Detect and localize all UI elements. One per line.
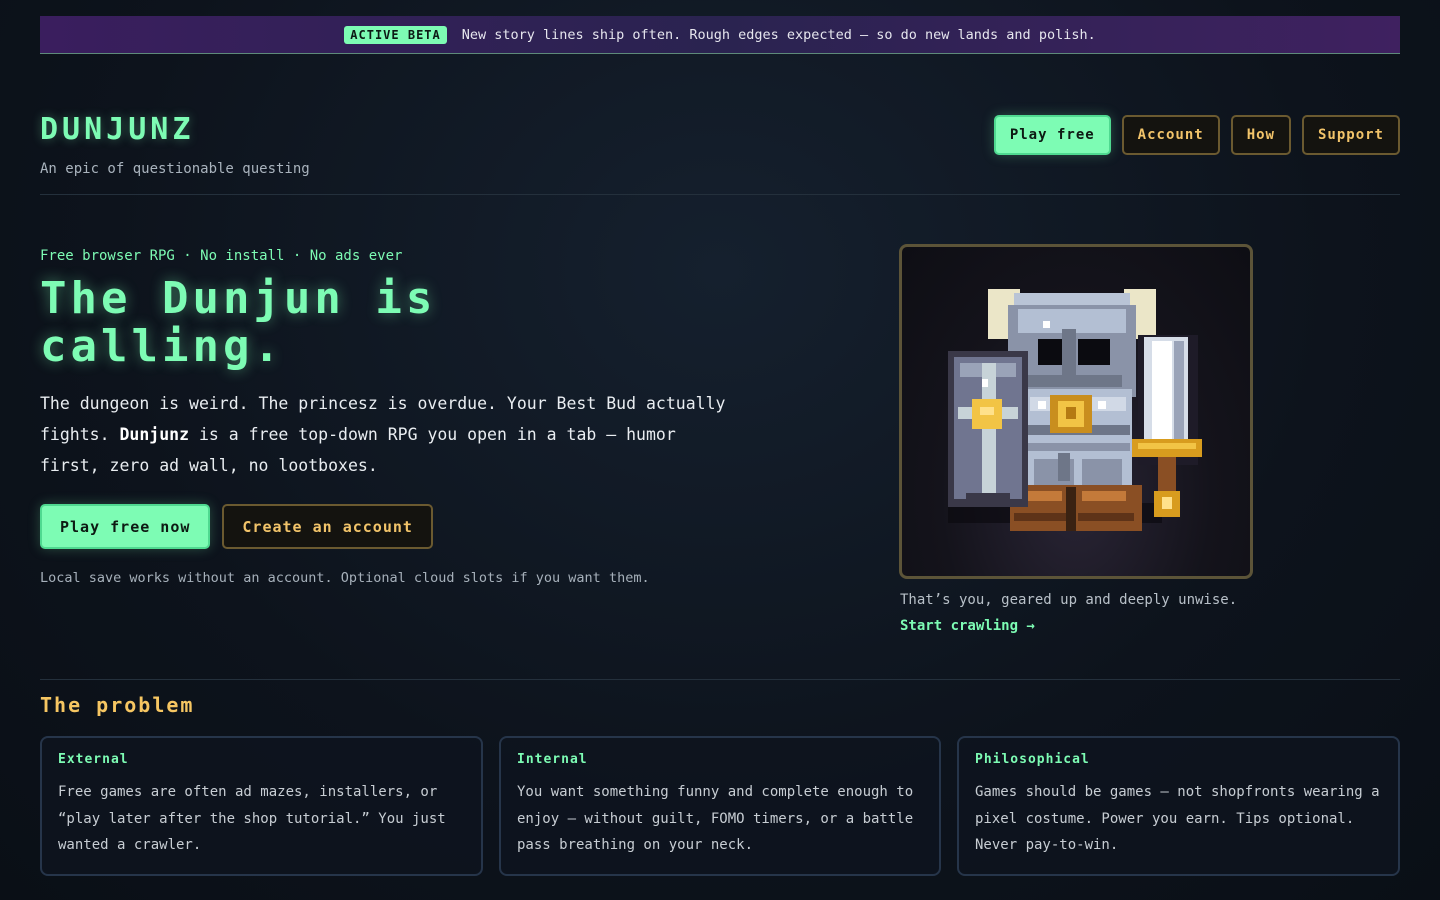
lede-brand: Dunjunz (119, 425, 190, 444)
start-crawling-link[interactable]: Start crawling → (900, 618, 1035, 634)
beta-badge: ACTIVE BETA (344, 25, 447, 44)
card-body: Games should be games — not shopfronts w… (975, 784, 1380, 853)
hero-kicker: Free browser RPG · No install · No ads e… (40, 248, 403, 264)
section-divider (40, 679, 1400, 680)
play-free-now-button[interactable]: Play free now (40, 504, 211, 549)
header-divider (40, 194, 1400, 195)
beta-banner: ACTIVE BETA New story lines ship often. … (40, 16, 1400, 54)
card-title: External (58, 752, 129, 767)
create-account-button[interactable]: Create an account (222, 504, 433, 549)
hero-portrait (899, 244, 1253, 579)
portrait-caption: That’s you, geared up and deeply unwise. (900, 592, 1238, 608)
problem-card-internal: Internal You want something funny and co… (499, 736, 941, 876)
brand-logo[interactable]: DUNJUNZ (40, 112, 194, 147)
top-nav: Play free Account How Support (993, 115, 1400, 155)
hero-cta-group: Play free now Create an account (40, 504, 433, 549)
card-title: Internal (517, 752, 588, 767)
nav-support-button[interactable]: Support (1301, 115, 1400, 155)
card-body: Free games are often ad mazes, installer… (58, 784, 446, 853)
save-note: Local save works without an account. Opt… (40, 570, 650, 586)
card-body: You want something funny and complete en… (517, 784, 914, 853)
hero-lede: The dungeon is weird. The princesz is ov… (40, 388, 740, 481)
card-title: Philosophical (975, 752, 1090, 767)
nav-account-button[interactable]: Account (1121, 115, 1220, 155)
beta-text: New story lines ship often. Rough edges … (461, 26, 1096, 43)
brand-tagline: An epic of questionable questing (40, 161, 310, 177)
problem-title: The problem (40, 693, 195, 717)
nav-play-free-button[interactable]: Play free (993, 115, 1111, 155)
knight-sprite-icon (948, 289, 1202, 531)
problem-card-external: External Free games are often ad mazes, … (40, 736, 483, 876)
nav-how-button[interactable]: How (1230, 115, 1291, 155)
hero-headline: The Dunjun is calling. (40, 273, 437, 372)
problem-card-philosophical: Philosophical Games should be games — no… (957, 736, 1400, 876)
